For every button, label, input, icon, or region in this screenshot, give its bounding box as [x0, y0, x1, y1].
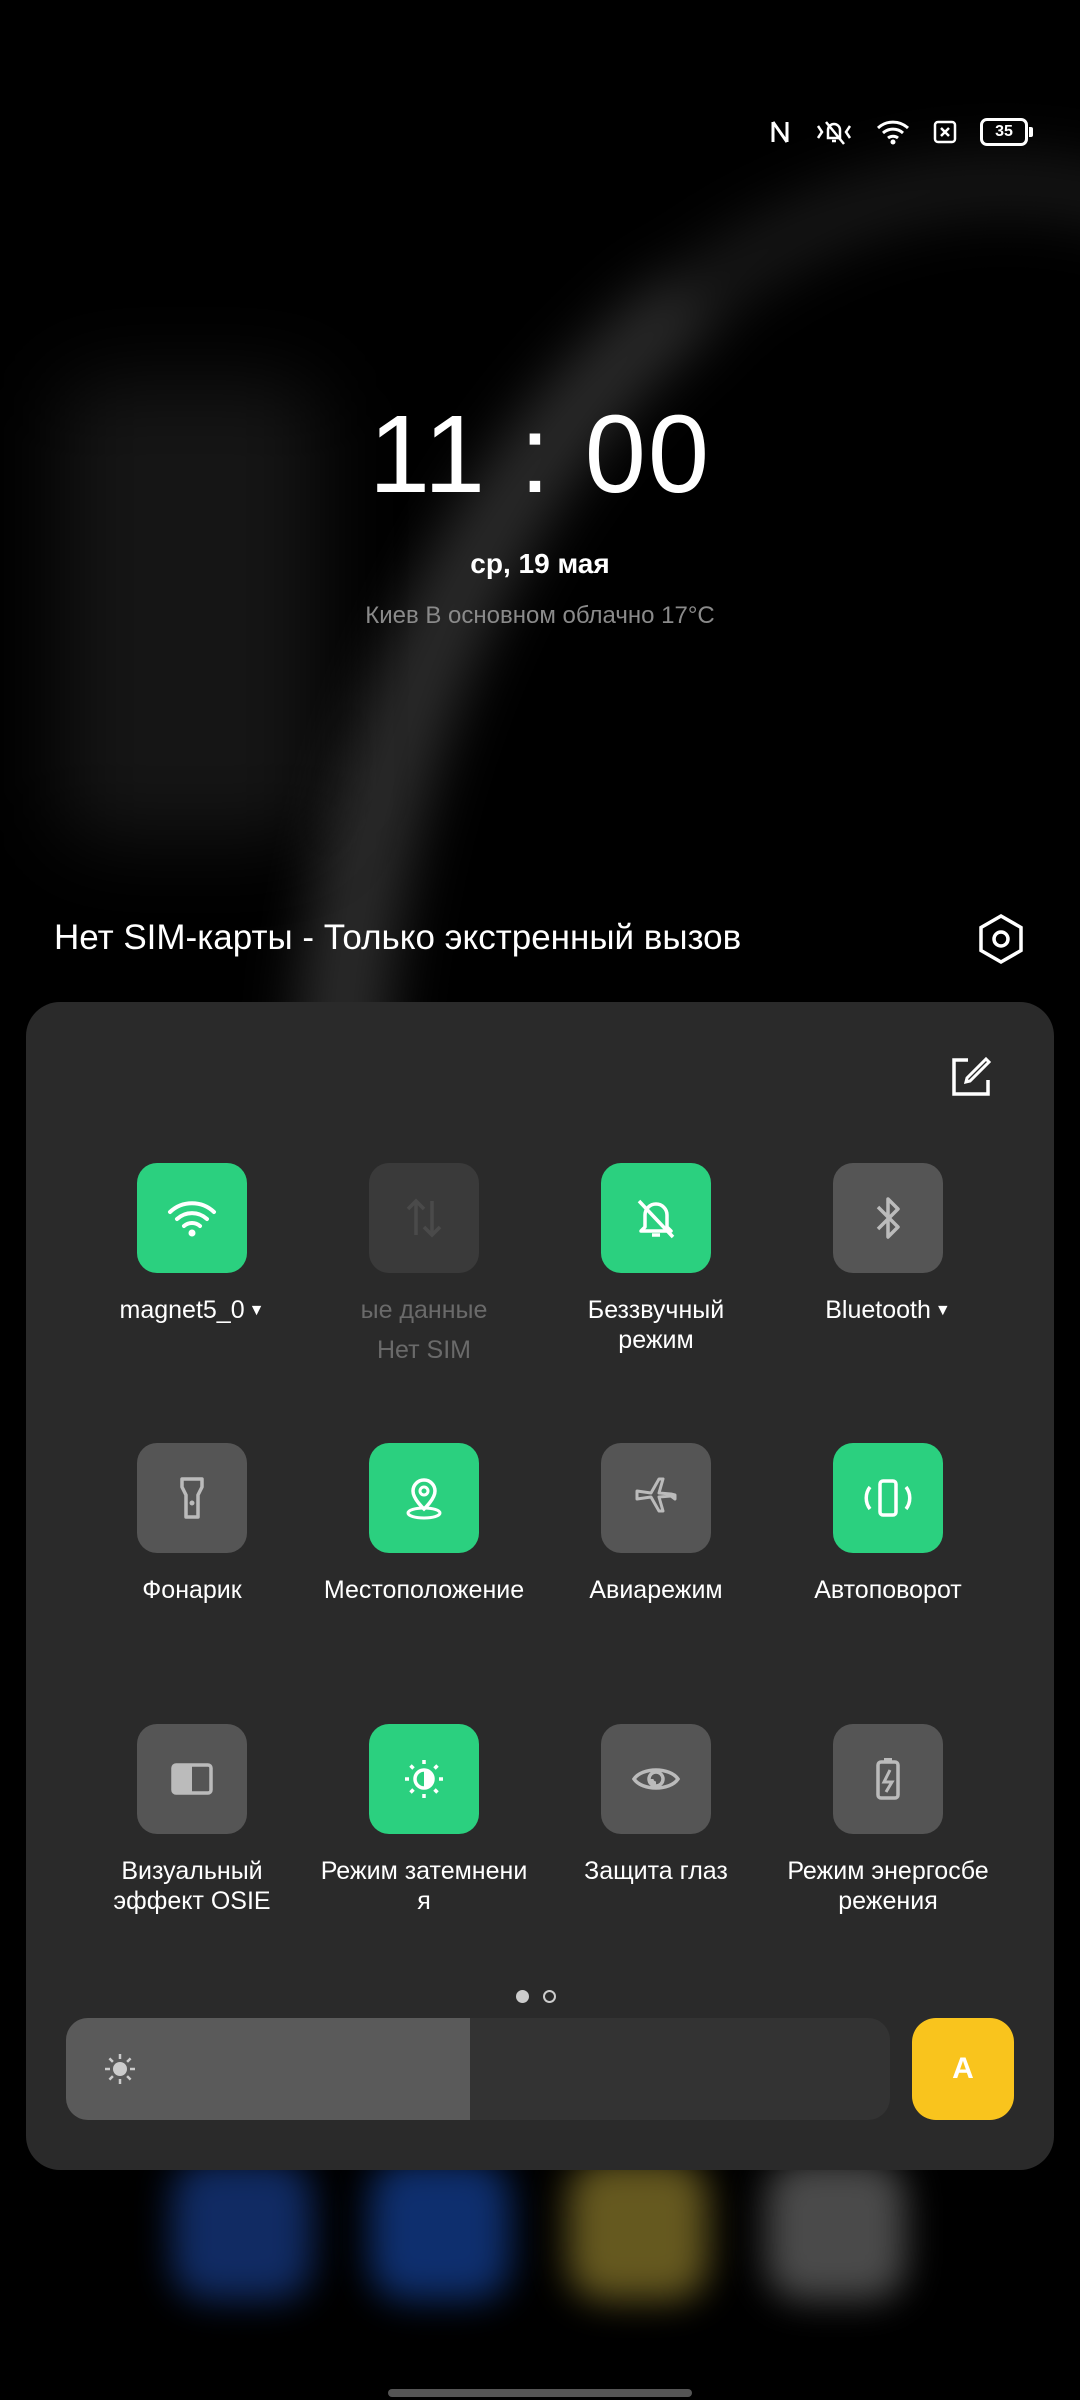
tile-label: Местоположение [323, 1576, 525, 1604]
tile-airplane[interactable]: Авиарежим [546, 1443, 766, 1605]
tile-flashlight[interactable]: Фонарик [82, 1443, 302, 1605]
dark-mode-tile-button[interactable] [369, 1724, 479, 1834]
dropdown-caret-icon[interactable]: ▼ [249, 1302, 265, 1319]
tile-label: Визуальный эффект OSIE [113, 1857, 271, 1915]
dock-app-phone [172, 2160, 312, 2300]
eye-protection-tile-button[interactable] [601, 1724, 711, 1834]
tile-label: Режим энергосбе режения [787, 1857, 989, 1915]
clock: 11 : 00 [368, 393, 712, 516]
battery-level: 35 [995, 123, 1013, 140]
auto-rotate-tile-button[interactable] [833, 1443, 943, 1553]
vibrate-muted-icon [816, 121, 852, 145]
tile-eye-protection[interactable]: Защита глаз [546, 1724, 766, 1886]
battery-saver-tile-button[interactable] [833, 1724, 943, 1834]
tile-battery-saver[interactable]: Режим энергосбе режения [778, 1724, 998, 1916]
flashlight-tile-button[interactable] [137, 1443, 247, 1553]
tile-location[interactable]: Местоположение [314, 1443, 534, 1605]
bluetooth-icon [876, 1197, 900, 1239]
quick-settings-panel: magnet5_0 ▼ ые данные Нет SIM Беззвучный р… [26, 1002, 1054, 2170]
airplane-icon [635, 1477, 677, 1513]
page-dot-1[interactable] [516, 1990, 529, 2003]
no-sim-icon [933, 120, 957, 144]
nfc-icon [771, 121, 789, 143]
wifi-status-icon [876, 120, 910, 145]
tile-auto-rotate[interactable]: Автоповорот [778, 1443, 998, 1605]
auto-rotate-icon [864, 1479, 912, 1517]
page-indicator [516, 1990, 556, 2003]
page-dot-2[interactable] [543, 1990, 556, 2003]
tile-label: Фонарик [142, 1576, 242, 1604]
dropdown-caret-icon[interactable]: ▼ [935, 1302, 951, 1319]
tile-bluetooth[interactable]: Bluetooth ▼ [778, 1163, 998, 1326]
status-bar: 35 [768, 118, 1033, 146]
location-tile-button[interactable] [369, 1443, 479, 1553]
dock-app-chrome [568, 2160, 708, 2300]
battery-icon: 35 [980, 118, 1033, 146]
location-icon [406, 1478, 442, 1520]
tile-label: Авиарежим [589, 1576, 723, 1604]
silent-tile-button[interactable] [601, 1163, 711, 1273]
sim-status-text: Нет SIM-карты - Только экстренный вызов [54, 918, 742, 957]
edit-icon [952, 1056, 992, 1096]
date: ср, 19 мая [470, 548, 610, 579]
tile-label: ые данные [360, 1296, 488, 1324]
tile-label: Беззвучный режим [587, 1296, 725, 1354]
brightness-slider[interactable] [66, 2018, 890, 2120]
tile-sublabel: Нет SIM [377, 1336, 471, 1364]
brightness-sun-icon [105, 2054, 135, 2084]
tile-wifi[interactable]: magnet5_0 ▼ [82, 1163, 302, 1326]
dock-app-camera [766, 2160, 906, 2300]
osie-tile-button[interactable] [137, 1724, 247, 1834]
tile-osie[interactable]: Визуальный эффект OSIE [82, 1724, 302, 1916]
edit-tiles-button[interactable] [946, 1052, 996, 1102]
wifi-tile-button[interactable] [137, 1163, 247, 1273]
tile-label: Защита глаз [584, 1857, 728, 1885]
battery-saver-icon [876, 1758, 900, 1800]
eye-protection-icon [631, 1768, 681, 1790]
settings-button[interactable] [972, 910, 1030, 968]
tile-dark-mode[interactable]: Режим затемнени я [314, 1724, 534, 1916]
dock-app-messages [370, 2160, 510, 2300]
tile-label: Bluetooth ▼ [825, 1296, 951, 1324]
wifi-icon [168, 1201, 216, 1237]
flashlight-icon [180, 1477, 204, 1519]
auto-brightness-button[interactable]: A [912, 2018, 1014, 2120]
tile-label: Автоповорот [814, 1576, 962, 1604]
mobile-data-icon [406, 1198, 442, 1238]
tile-label: Режим затемнени я [320, 1857, 528, 1915]
navigation-handle[interactable] [388, 2389, 692, 2397]
osie-icon [171, 1763, 213, 1795]
tile-silent[interactable]: Беззвучный режим [546, 1163, 766, 1355]
airplane-tile-button[interactable] [601, 1443, 711, 1553]
tile-label: magnet5_0 ▼ [119, 1296, 265, 1324]
settings-hexagon-icon [979, 913, 1023, 965]
silent-bell-icon [637, 1199, 675, 1239]
dark-mode-icon [405, 1760, 443, 1798]
bluetooth-tile-button[interactable] [833, 1163, 943, 1273]
weather-info: Киев В основном облачно 17°C [365, 602, 715, 629]
mobile-data-tile-button[interactable] [369, 1163, 479, 1273]
tile-mobile-data[interactable]: ые данные Нет SIM [314, 1163, 534, 1365]
